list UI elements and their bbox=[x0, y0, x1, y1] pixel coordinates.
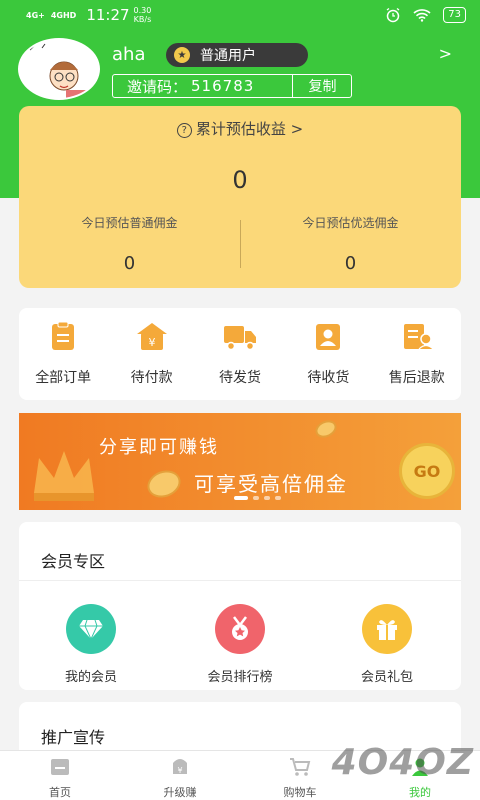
chevron-right-icon[interactable]: > bbox=[439, 44, 452, 63]
avatar[interactable] bbox=[18, 38, 100, 100]
member-zone: 会员专区 我的会员 会员排行榜 会员礼包 bbox=[19, 522, 461, 690]
member-gift-pack[interactable]: 会员礼包 bbox=[327, 604, 447, 685]
upgrade-icon: ¥ bbox=[173, 759, 187, 775]
watermark-logo: 4O4OZ bbox=[331, 742, 474, 783]
invite-code-value: 516783 bbox=[191, 77, 255, 95]
svg-text:¥: ¥ bbox=[148, 336, 155, 349]
cart-icon bbox=[290, 758, 311, 776]
clipboard-icon bbox=[52, 321, 75, 350]
member-leaderboard[interactable]: 会员排行榜 bbox=[180, 604, 300, 685]
order-pending-payment[interactable]: ¥ 待付款 bbox=[112, 321, 192, 387]
refund-icon bbox=[403, 324, 434, 350]
carousel-dot[interactable] bbox=[234, 496, 248, 500]
member-level-label: 普通用户 bbox=[200, 48, 256, 64]
order-pending-shipment[interactable]: 待发货 bbox=[200, 321, 280, 387]
clock: 11:27 bbox=[86, 6, 130, 24]
divider bbox=[19, 580, 461, 581]
carousel-dots bbox=[234, 496, 281, 500]
carousel-dot[interactable] bbox=[264, 496, 270, 500]
my-membership[interactable]: 我的会员 bbox=[31, 604, 151, 685]
svg-text:¥: ¥ bbox=[177, 766, 182, 775]
network-speed: 0.30 KB/s bbox=[133, 6, 152, 24]
diamond-icon bbox=[66, 604, 116, 654]
wifi-icon bbox=[413, 9, 431, 22]
username: aha bbox=[112, 44, 146, 65]
section-title: 推广宣传 bbox=[41, 728, 106, 747]
go-badge: GO bbox=[399, 443, 455, 499]
coin-icon bbox=[312, 417, 340, 441]
earnings-title[interactable]: ? 累计预估收益 > bbox=[19, 118, 461, 139]
invite-code-label: 邀请码： bbox=[127, 77, 188, 96]
crown-icon bbox=[34, 451, 94, 501]
star-icon: ★ bbox=[174, 47, 190, 63]
orders-panel: 全部订单 ¥ 待付款 待发货 待收货 售后退款 bbox=[19, 308, 461, 400]
today-normal-commission: 今日预估普通佣金 0 bbox=[81, 216, 178, 274]
banner-line-1: 分享即可赚钱 bbox=[99, 437, 219, 458]
gift-icon bbox=[362, 604, 412, 654]
network-indicator-2: 4GHD bbox=[50, 10, 77, 20]
nav-home[interactable]: 首页 bbox=[0, 751, 120, 800]
nav-upgrade[interactable]: ¥ 升级赚 bbox=[120, 751, 240, 800]
section-title: 会员专区 bbox=[41, 552, 106, 571]
network-indicator: 4G+ bbox=[26, 10, 45, 20]
status-bar: 4G+ 4GHD 11:27 0.30 KB/s 73 bbox=[0, 0, 480, 30]
chevron-right-icon: > bbox=[290, 120, 304, 138]
home-icon bbox=[51, 759, 69, 775]
earnings-card[interactable]: ? 累计预估收益 > 0 今日预估普通佣金 0 今日预估优选佣金 0 bbox=[19, 106, 461, 288]
truck-icon bbox=[223, 326, 256, 351]
member-level-badge: ★ 普通用户 bbox=[166, 43, 308, 67]
battery-indicator: 73 bbox=[443, 7, 466, 23]
today-premium-commission: 今日预估优选佣金 0 bbox=[302, 216, 399, 274]
wallet-icon: ¥ bbox=[136, 323, 167, 350]
promo-banner[interactable]: 分享即可赚钱 可享受高倍佣金 GO bbox=[19, 413, 461, 510]
receive-icon bbox=[316, 324, 341, 350]
order-refund[interactable]: 售后退款 bbox=[377, 321, 457, 387]
earnings-total: 0 bbox=[232, 166, 248, 194]
banner-line-2: 可享受高倍佣金 bbox=[194, 472, 348, 496]
copy-invite-code-button[interactable]: 复制 bbox=[292, 74, 352, 98]
help-icon[interactable]: ? bbox=[176, 123, 192, 138]
carousel-dot[interactable] bbox=[253, 496, 259, 500]
carousel-dot[interactable] bbox=[275, 496, 281, 500]
order-all[interactable]: 全部订单 bbox=[23, 321, 103, 387]
alarm-icon bbox=[386, 7, 400, 23]
coin-icon bbox=[143, 465, 185, 503]
medal-icon bbox=[215, 604, 265, 654]
order-pending-receipt[interactable]: 待收货 bbox=[288, 321, 368, 387]
